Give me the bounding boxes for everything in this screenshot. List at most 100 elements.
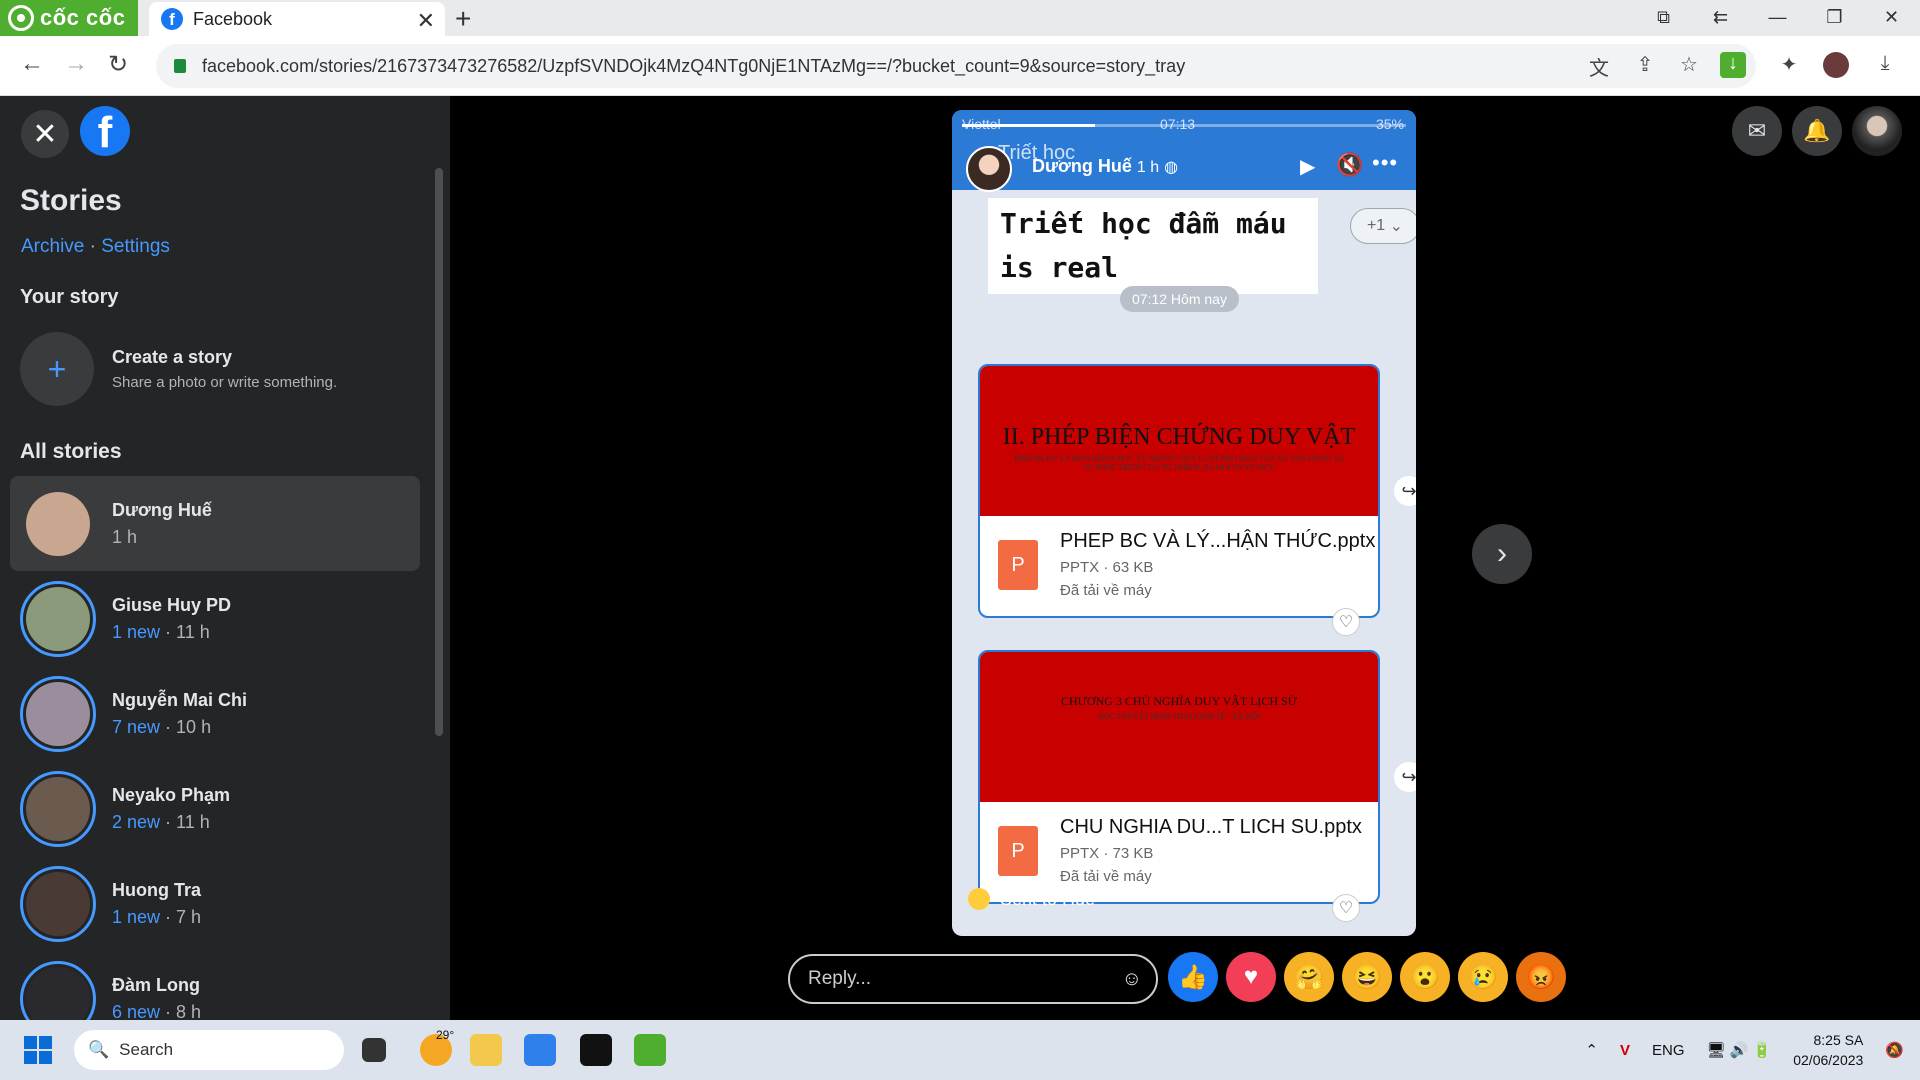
author-name: Dương Huế — [1032, 156, 1132, 176]
tray-expand-icon[interactable]: ⌃ — [1585, 1041, 1598, 1059]
share-icon[interactable]: ⇪ — [1632, 52, 1658, 78]
profile-avatar-icon[interactable] — [1823, 52, 1849, 78]
start-windows-icon[interactable] — [24, 1036, 52, 1064]
sticker-icon[interactable]: ☺ — [1122, 968, 1142, 991]
close-window-icon[interactable]: ✕ — [1863, 0, 1920, 36]
plus-one-chip: +1 ⌄ — [1350, 208, 1416, 244]
network-volume-battery-icons[interactable]: 🖥 🔊 🔋 — [1707, 1041, 1772, 1059]
mute-icon[interactable]: 🔇 — [1336, 152, 1363, 178]
notifications-bell-icon[interactable]: 🔔 — [1792, 106, 1842, 156]
story-progress-bar — [962, 124, 1406, 127]
url-text: facebook.com/stories/2167373473276582/Uz… — [202, 55, 1186, 76]
file-meta: PPTX · 63 KB — [1060, 559, 1154, 576]
archive-link[interactable]: Archive — [21, 236, 84, 257]
story-item[interactable]: Dương Huế 1 h — [10, 476, 420, 571]
author-avatar[interactable] — [966, 146, 1012, 192]
todo-app-icon[interactable] — [524, 1034, 556, 1066]
coccoc-download-icon[interactable]: ↓ — [1720, 52, 1746, 78]
wow-reaction-icon[interactable]: 😮 — [1400, 952, 1450, 1002]
story-item[interactable]: Đàm Long 6 new · 8 h — [10, 951, 420, 1020]
facebook-favicon-icon: f — [161, 8, 183, 30]
downloads-icon[interactable]: ⤓ — [1872, 52, 1898, 78]
play-icon[interactable]: ▶ — [1300, 154, 1315, 179]
tab-search-icon[interactable]: ⇇ — [1692, 0, 1749, 36]
story-meta: 7 new · 10 h — [112, 717, 247, 738]
close-stories-button[interactable]: ✕ — [21, 110, 69, 158]
story-name: Neyako Phạm — [112, 784, 231, 805]
close-tab-icon[interactable]: ✕ — [417, 8, 435, 34]
new-tab-icon[interactable]: + — [455, 3, 471, 35]
story-avatar — [20, 770, 96, 847]
reload-icon[interactable]: ↻ — [108, 50, 128, 79]
love-reaction-icon[interactable]: ♥ — [1226, 952, 1276, 1002]
story-name: Huong Tra — [112, 879, 201, 900]
story-card[interactable]: Viettel 07:13 35% Triết học Dương Huế 1 … — [952, 110, 1416, 936]
sidebar-scrollbar[interactable] — [435, 168, 443, 736]
browser-tab-facebook[interactable]: f Facebook ✕ — [149, 2, 445, 36]
reaction-bar: 👍 ♥ 🤗 😆 😮 😢 😡 — [1168, 952, 1566, 1002]
story-time: 1 h — [112, 526, 138, 547]
all-stories-heading: All stories — [20, 440, 122, 463]
minimize-icon[interactable]: — — [1749, 0, 1806, 36]
extensions-icon[interactable]: ✦ — [1776, 52, 1802, 78]
sent-notice: Sent to Huế — [968, 888, 1095, 910]
sad-reaction-icon[interactable]: 😢 — [1458, 952, 1508, 1002]
story-item[interactable]: Neyako Phạm 2 new · 11 h — [10, 761, 420, 856]
account-avatar[interactable] — [1852, 106, 1902, 156]
coccoc-taskbar-icon[interactable] — [634, 1034, 666, 1066]
story-item[interactable]: Nguyễn Mai Chi 7 new · 10 h — [10, 666, 420, 761]
notification-icon[interactable]: 🔕 — [1885, 1041, 1904, 1059]
like-reaction-icon[interactable]: 👍 — [1168, 952, 1218, 1002]
taskbar-search[interactable]: 🔍 Search — [74, 1030, 344, 1070]
stories-title: Stories — [20, 184, 122, 217]
taskbar-clock[interactable]: 8:25 SA 02/06/2023 — [1793, 1030, 1863, 1070]
vivaldi-icon[interactable]: V — [1620, 1042, 1630, 1059]
your-story-heading: Your story — [20, 286, 119, 308]
story-new-count: 1 new — [112, 906, 161, 927]
story-time: 11 h — [176, 621, 210, 642]
story-item[interactable]: Giuse Huy PD 1 new · 11 h — [10, 571, 420, 666]
maximize-icon[interactable]: ❐ — [1806, 0, 1863, 36]
file-info: CHU NGHIA DU...T LICH SU.pptx PPTX · 73 … — [1060, 816, 1362, 885]
next-story-button[interactable]: › — [1472, 524, 1532, 584]
thumb-subtitle: PHEP BCDV LA MON KHOA HOC VE NHUNG QUY L… — [1014, 454, 1344, 472]
create-story-button[interactable]: + Create a story Share a photo or write … — [20, 332, 337, 406]
coccoc-menu-button[interactable]: cốc cốc — [0, 0, 138, 36]
forward-icon[interactable]: → — [64, 50, 88, 78]
file-explorer-icon[interactable] — [470, 1034, 502, 1066]
url-field[interactable]: facebook.com/stories/2167373473276582/Uz… — [156, 44, 1756, 88]
story-item[interactable]: Huong Tra 1 new · 7 h — [10, 856, 420, 951]
coccoc-logo-icon — [8, 5, 34, 31]
language-indicator[interactable]: ENG — [1652, 1042, 1685, 1059]
more-options-icon[interactable]: ••• — [1372, 150, 1398, 176]
forward-share-icon: ↪ — [1394, 476, 1416, 506]
translate-icon[interactable]: 文 — [1586, 52, 1612, 80]
reply-input[interactable]: Reply... ☺ — [788, 954, 1158, 1004]
browser-tabbar: cốc cốc f Facebook ✕ + ⧉ ⇇ — ❐ ✕ — [0, 0, 1920, 36]
top-right-icons: ✉ 🔔 — [1732, 106, 1902, 156]
angry-reaction-icon[interactable]: 😡 — [1516, 952, 1566, 1002]
task-view-icon[interactable] — [362, 1038, 386, 1062]
story-avatar — [20, 675, 96, 752]
back-icon[interactable]: ← — [20, 50, 44, 78]
notion-icon[interactable] — [580, 1034, 612, 1066]
tab-title: Facebook — [193, 8, 273, 29]
meta-separator: · — [160, 716, 177, 737]
thumb-subtitle: HỌC THUYẾT HÌNH THÁI KINH TẾ - XÃ HỘI — [1098, 712, 1260, 721]
bookmark-star-icon[interactable]: ☆ — [1676, 52, 1702, 78]
screenshot-icon[interactable]: ⧉ — [1635, 0, 1692, 36]
story-name: Nguyễn Mai Chi — [112, 689, 248, 710]
globe-icon: ◍ — [1164, 159, 1179, 176]
care-reaction-icon[interactable]: 🤗 — [1284, 952, 1334, 1002]
story-name: Đàm Long — [112, 974, 200, 995]
address-bar-row: ← → ↻ facebook.com/stories/2167373473276… — [0, 36, 1920, 96]
story-author[interactable]: Dương Huế 1 h ◍ — [1032, 156, 1178, 177]
file-name: CHU NGHIA DU...T LICH SU.pptx — [1060, 816, 1362, 838]
settings-link[interactable]: Settings — [101, 236, 170, 257]
link-separator: · — [89, 236, 96, 257]
story-meta: 2 new · 11 h — [112, 812, 230, 833]
haha-reaction-icon[interactable]: 😆 — [1342, 952, 1392, 1002]
messenger-icon[interactable]: ✉ — [1732, 106, 1782, 156]
search-icon: 🔍 — [88, 1040, 110, 1059]
facebook-logo-icon[interactable]: f — [80, 106, 130, 156]
